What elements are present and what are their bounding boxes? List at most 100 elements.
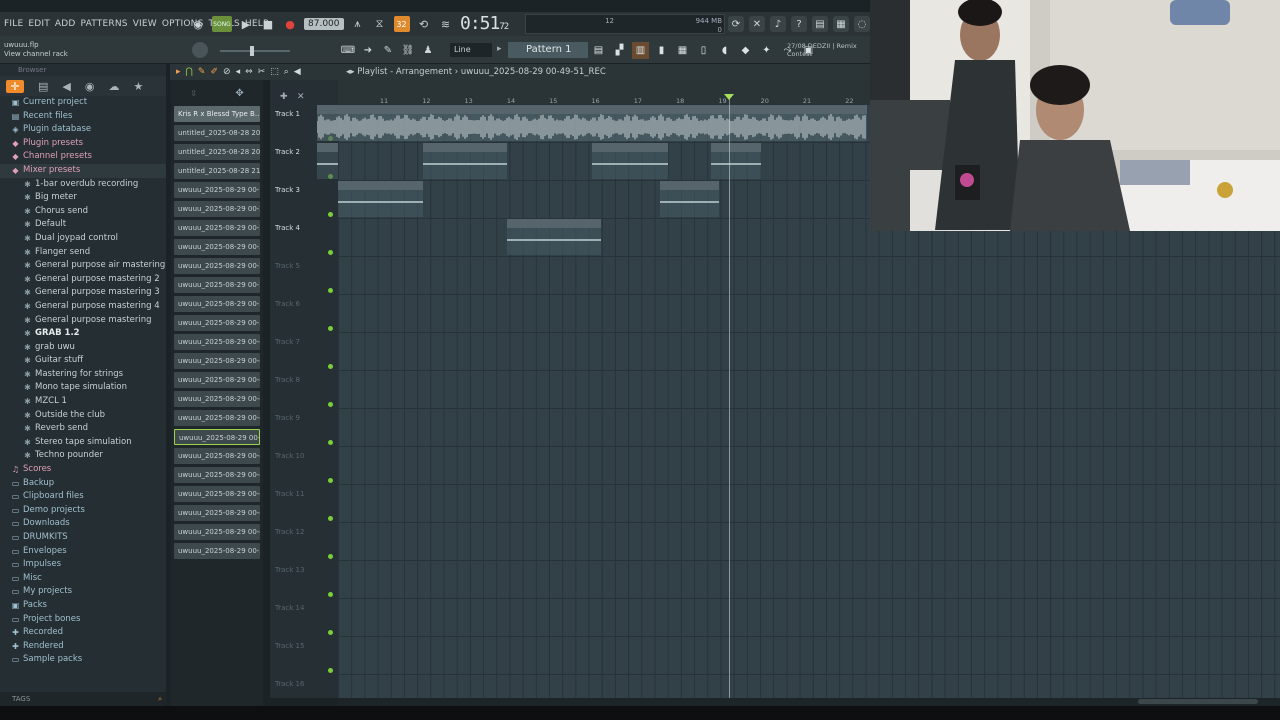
- touch-icon[interactable]: ◖: [716, 42, 733, 59]
- browser-item[interactable]: ▭ DRUMKITS: [0, 531, 166, 545]
- pattern-arrow-icon[interactable]: ▸: [497, 44, 502, 54]
- playlist-clip[interactable]: untitled_202..-44_Insert 1: [338, 181, 423, 217]
- browser-item[interactable]: ✱ Outside the club: [0, 409, 166, 423]
- playlist-menu-icon[interactable]: ▸: [176, 64, 181, 80]
- track-enable-led[interactable]: [328, 516, 333, 521]
- clip-source-item[interactable]: uwuuu_2025-08-29 00-4...: [174, 353, 260, 369]
- playhead-marker[interactable]: [724, 94, 734, 100]
- browser-icon[interactable]: ▦: [674, 42, 691, 59]
- project-icon[interactable]: ▤: [38, 80, 48, 93]
- browser-item[interactable]: ▭ Demo projects: [0, 504, 166, 518]
- clip-source-item[interactable]: uwuuu_2025-08-29 00-1...: [174, 182, 260, 198]
- menu-patterns[interactable]: PATTERNS: [81, 19, 128, 29]
- playlist-clip[interactable]: [317, 143, 339, 179]
- browser-item[interactable]: ▣ Packs: [0, 599, 166, 613]
- track-enable-led[interactable]: [328, 440, 333, 445]
- playlist-clip[interactable]: uwuuu_202..6-02_REC: [592, 143, 669, 179]
- master-volume-slider[interactable]: [220, 46, 290, 56]
- browser-item[interactable]: ✱ General purpose mastering 2: [0, 273, 166, 287]
- microphone-icon[interactable]: ♪: [770, 16, 786, 32]
- horizontal-scrollbar[interactable]: [338, 698, 1280, 706]
- track-name[interactable]: Track 15: [275, 642, 304, 650]
- playlist-clip[interactable]: untitled_202..27_Insert 1: [422, 143, 508, 179]
- clip-source-item[interactable]: untitled_2025-08-28 20-...: [174, 125, 260, 141]
- browser-item[interactable]: ✱ General purpose mastering: [0, 314, 166, 328]
- track-name[interactable]: Track 2: [275, 148, 300, 156]
- playlist-clip[interactable]: uwuuu_2..07_REC: [659, 181, 719, 217]
- playhead[interactable]: [729, 95, 730, 698]
- search-icon[interactable]: ⌕: [158, 692, 162, 706]
- browser-item[interactable]: ✱ Reverb send: [0, 422, 166, 436]
- browser-item[interactable]: ♫ Scores: [0, 463, 166, 477]
- tempo-display[interactable]: 87.000: [304, 18, 344, 30]
- browser-item[interactable]: ✱ Default: [0, 218, 166, 232]
- clip-source-item[interactable]: uwuuu_2025-08-29 00-4...: [174, 372, 260, 388]
- browser-item[interactable]: ▭ My projects: [0, 585, 166, 599]
- picker-left-icon[interactable]: ⇳: [190, 89, 197, 98]
- menu-edit[interactable]: EDIT: [28, 19, 50, 29]
- save-icon[interactable]: ▤: [812, 16, 828, 32]
- piano-roll-icon[interactable]: ▞: [611, 42, 628, 59]
- clip-source-item[interactable]: uwuuu_2025-08-29 00-5...: [174, 543, 260, 559]
- browser-item[interactable]: ✱ Big meter: [0, 191, 166, 205]
- arrow-icon[interactable]: ➜: [360, 42, 376, 58]
- play-icon[interactable]: ▶: [238, 16, 254, 32]
- track-enable-led[interactable]: [328, 250, 333, 255]
- track-name[interactable]: Track 5: [275, 262, 300, 270]
- clip-source-item[interactable]: uwuuu_2025-08-29 00-4...: [174, 524, 260, 540]
- track-name[interactable]: Track 16: [275, 680, 304, 688]
- browser-item[interactable]: ◆ Mixer presets: [0, 163, 166, 178]
- song-time-display[interactable]: 0:5172: [460, 13, 509, 34]
- playlist-clip[interactable]: uwuuu_2025-..0-40-41_REC: [507, 219, 601, 255]
- refresh-icon[interactable]: ⟳: [728, 16, 744, 32]
- wait-icon[interactable]: ⧖: [372, 16, 388, 32]
- paint-icon[interactable]: ✐: [210, 64, 218, 80]
- menu-view[interactable]: VIEW: [133, 19, 157, 29]
- clip-source-item[interactable]: uwuuu_2025-08-29 00-4...: [174, 467, 260, 483]
- scroll-thumb[interactable]: [1138, 699, 1258, 704]
- select-icon[interactable]: ⬚: [270, 64, 279, 80]
- clip-source-item[interactable]: uwuuu_2025-08-29 00-4...: [174, 448, 260, 464]
- track-enable-led[interactable]: [328, 592, 333, 597]
- news-panel[interactable]: 27/08 DEDZII | Remix Contest: [787, 42, 857, 58]
- browser-item[interactable]: ✱ 1-bar overdub recording: [0, 178, 166, 192]
- browser-item[interactable]: ✱ Flanger send: [0, 246, 166, 260]
- track-name[interactable]: Track 1: [275, 110, 300, 118]
- star-icon[interactable]: ★: [133, 80, 143, 93]
- browser-item[interactable]: ▭ Backup: [0, 477, 166, 491]
- track-name[interactable]: Track 13: [275, 566, 304, 574]
- browser-item[interactable]: ✱ Guitar stuff: [0, 354, 166, 368]
- browser-item[interactable]: ▭ Clipboard files: [0, 490, 166, 504]
- clip-source-item[interactable]: uwuuu_2025-08-29 00-3...: [174, 315, 260, 331]
- clip-source-item[interactable]: uwuuu_2025-08-29 00-2...: [174, 277, 260, 293]
- browser-item[interactable]: ▭ Sample packs: [0, 653, 166, 667]
- track-name[interactable]: Track 6: [275, 300, 300, 308]
- loop-record-icon[interactable]: ⟲: [416, 16, 432, 32]
- browser-item[interactable]: ✱ Mastering for strings: [0, 368, 166, 382]
- clip-source-item[interactable]: uwuuu_2025-08-29 00-4...: [174, 334, 260, 350]
- browser-item[interactable]: ✱ Chorus send: [0, 205, 166, 219]
- track-name[interactable]: Track 7: [275, 338, 300, 346]
- menu-add[interactable]: ADD: [55, 19, 76, 29]
- song-pattern-toggle[interactable]: SONG: [212, 16, 232, 32]
- blend-icon[interactable]: ≋: [438, 16, 454, 32]
- export-icon[interactable]: ▦: [833, 16, 849, 32]
- track-enable-led[interactable]: [328, 326, 333, 331]
- browser-item[interactable]: ✱ General purpose air mastering: [0, 259, 166, 273]
- erase-icon[interactable]: ⊘: [223, 64, 231, 80]
- close-playlist-icon[interactable]: ✕: [297, 92, 305, 102]
- chat-icon[interactable]: ◌: [854, 16, 870, 32]
- browser-item[interactable]: ✱ General purpose mastering 3: [0, 286, 166, 300]
- track-enable-led[interactable]: [328, 478, 333, 483]
- playlist-clip[interactable]: Kris R x Blessd Type Beat Pétalo Hip Hop…: [317, 105, 868, 141]
- track-enable-led[interactable]: [328, 364, 333, 369]
- browser-item[interactable]: ▭ Downloads: [0, 517, 166, 531]
- clip-source-item[interactable]: untitled_2025-08-28 21-...: [174, 163, 260, 179]
- track-name[interactable]: Track 4: [275, 224, 300, 232]
- track-enable-led[interactable]: [328, 402, 333, 407]
- clip-source-item[interactable]: untitled_2025-08-28 20-...: [174, 144, 260, 160]
- track-name[interactable]: Track 12: [275, 528, 304, 536]
- track-name[interactable]: Track 3: [275, 186, 300, 194]
- browser-item[interactable]: ✱ Mono tape simulation: [0, 381, 166, 395]
- clip-source-item[interactable]: uwuuu_2025-08-29 00-4...: [174, 429, 260, 445]
